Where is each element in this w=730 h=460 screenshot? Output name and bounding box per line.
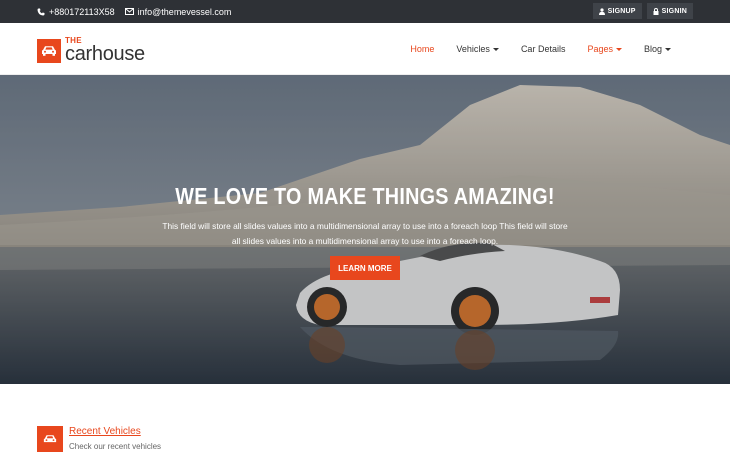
car-logo-icon	[37, 38, 61, 63]
nav-blog[interactable]: Blog	[633, 44, 682, 54]
caret-down-icon	[615, 47, 622, 51]
signin-button[interactable]: SIGNIN	[646, 3, 693, 19]
phone-icon	[37, 8, 45, 15]
nav-vehicles[interactable]: Vehicles	[445, 44, 510, 54]
section-subtitle: Check our recent vehicles	[69, 442, 162, 451]
top-bar: +880172113X58 info@themevessel.com SIGNU…	[0, 0, 730, 23]
logo-wordmark: THE carhouse	[65, 37, 145, 65]
envelope-icon	[124, 8, 134, 15]
hero-description: This field will store all slides values …	[162, 221, 568, 246]
signup-label: SIGNUP	[607, 7, 636, 15]
recent-vehicles-section: Recent Vehicles Check our recent vehicle…	[0, 384, 730, 460]
email-contact[interactable]: info@themevessel.com	[124, 6, 232, 17]
site-header: THE carhouse Home Vehicles Car Details P…	[0, 23, 730, 75]
nav-car-details[interactable]: Car Details	[510, 44, 577, 54]
car-icon	[37, 426, 63, 452]
phone-number: +880172113X58	[49, 6, 115, 17]
phone-contact[interactable]: +880172113X58	[37, 7, 115, 17]
nav-pages[interactable]: Pages	[576, 44, 633, 54]
nav-home[interactable]: Home	[399, 44, 445, 54]
nav-vehicles-label: Vehicles	[456, 44, 490, 54]
nav-pages-label: Pages	[587, 44, 613, 54]
lock-icon	[653, 7, 659, 15]
site-logo[interactable]: THE carhouse	[37, 37, 145, 64]
nav-home-label: Home	[410, 44, 435, 54]
nav-car-details-label: Car Details	[520, 44, 566, 54]
hero-title: WE LOVE TO MAKE THINGS AMAZING!	[175, 183, 555, 209]
email-address: info@themevessel.com	[137, 6, 232, 17]
user-icon	[598, 7, 605, 15]
section-title: Recent Vehicles	[69, 426, 141, 437]
signin-label: SIGNIN	[661, 7, 687, 15]
learn-more-button[interactable]: LEARN MORE	[330, 256, 400, 280]
auth-buttons: SIGNUP SIGNIN	[592, 3, 693, 19]
hero-slider: WE LOVE TO MAKE THINGS AMAZING! This fie…	[0, 75, 730, 384]
nav-blog-label: Blog	[643, 44, 662, 54]
signup-button[interactable]: SIGNUP	[592, 3, 642, 19]
main-nav: Home Vehicles Car Details Pages Blog	[399, 23, 682, 75]
logo-name: carhouse	[65, 43, 145, 65]
caret-down-icon	[665, 47, 671, 51]
caret-down-icon	[492, 47, 499, 51]
